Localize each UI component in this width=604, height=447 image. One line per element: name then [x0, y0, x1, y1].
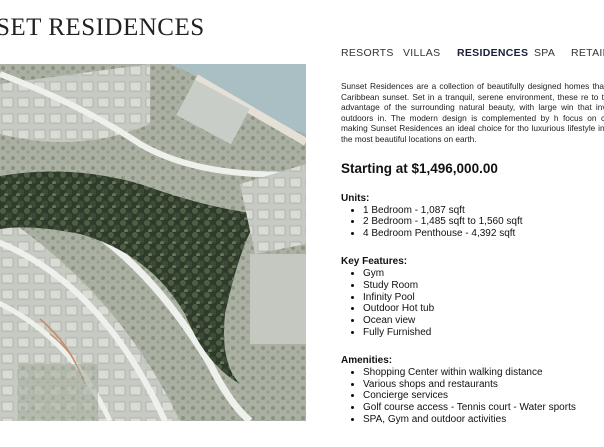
- list-item: 1 Bedroom - 1,087 sqft: [363, 205, 604, 217]
- nav-residences[interactable]: RESIDENCES: [457, 47, 528, 59]
- residence-details: Sunset Residences are a collection of be…: [341, 81, 604, 447]
- page-title: SET RESIDENCES: [0, 14, 205, 41]
- list-item: Outdoor Hot tub: [363, 303, 604, 315]
- top-navigation: RESORTS VILLAS RESIDENCES SPA RETAIL: [341, 47, 604, 61]
- residence-description: Sunset Residences are a collection of be…: [341, 81, 604, 144]
- nav-retail[interactable]: RETAIL: [571, 47, 604, 59]
- list-item: Golf course access - Tennis court - Wate…: [363, 402, 604, 414]
- list-item: Concierge services: [363, 390, 604, 402]
- nav-villas[interactable]: VILLAS: [403, 47, 440, 59]
- amenities-heading: Amenities:: [341, 354, 393, 366]
- list-item: Various shops and restaurants: [363, 379, 604, 391]
- list-item: 2 Bedroom - 1,485 sqft to 1,560 sqft: [363, 216, 604, 228]
- nav-spa[interactable]: SPA: [534, 47, 555, 59]
- nav-resorts[interactable]: RESORTS: [341, 47, 394, 59]
- list-item: 4 Bedroom Penthouse - 4,392 sqft: [363, 228, 604, 240]
- list-item: Fully Furnished: [363, 327, 604, 339]
- units-heading: Units:: [341, 192, 370, 204]
- units-list: 1 Bedroom - 1,087 sqft 2 Bedroom - 1,485…: [341, 205, 604, 240]
- list-item: Gym: [363, 268, 604, 280]
- amenities-list: Shopping Center within walking distance …: [341, 367, 604, 426]
- features-heading: Key Features:: [341, 255, 408, 267]
- list-item: Infinity Pool: [363, 292, 604, 304]
- list-item: SPA, Gym and outdoor activities: [363, 414, 604, 426]
- site-plan-illustration: [0, 64, 306, 421]
- starting-price: Starting at $1,496,000.00: [341, 160, 498, 176]
- list-item: Study Room: [363, 280, 604, 292]
- list-item: Ocean view: [363, 315, 604, 327]
- site-plan-image: [0, 64, 306, 421]
- features-list: Gym Study Room Infinity Pool Outdoor Hot…: [341, 268, 604, 339]
- list-item: Shopping Center within walking distance: [363, 367, 604, 379]
